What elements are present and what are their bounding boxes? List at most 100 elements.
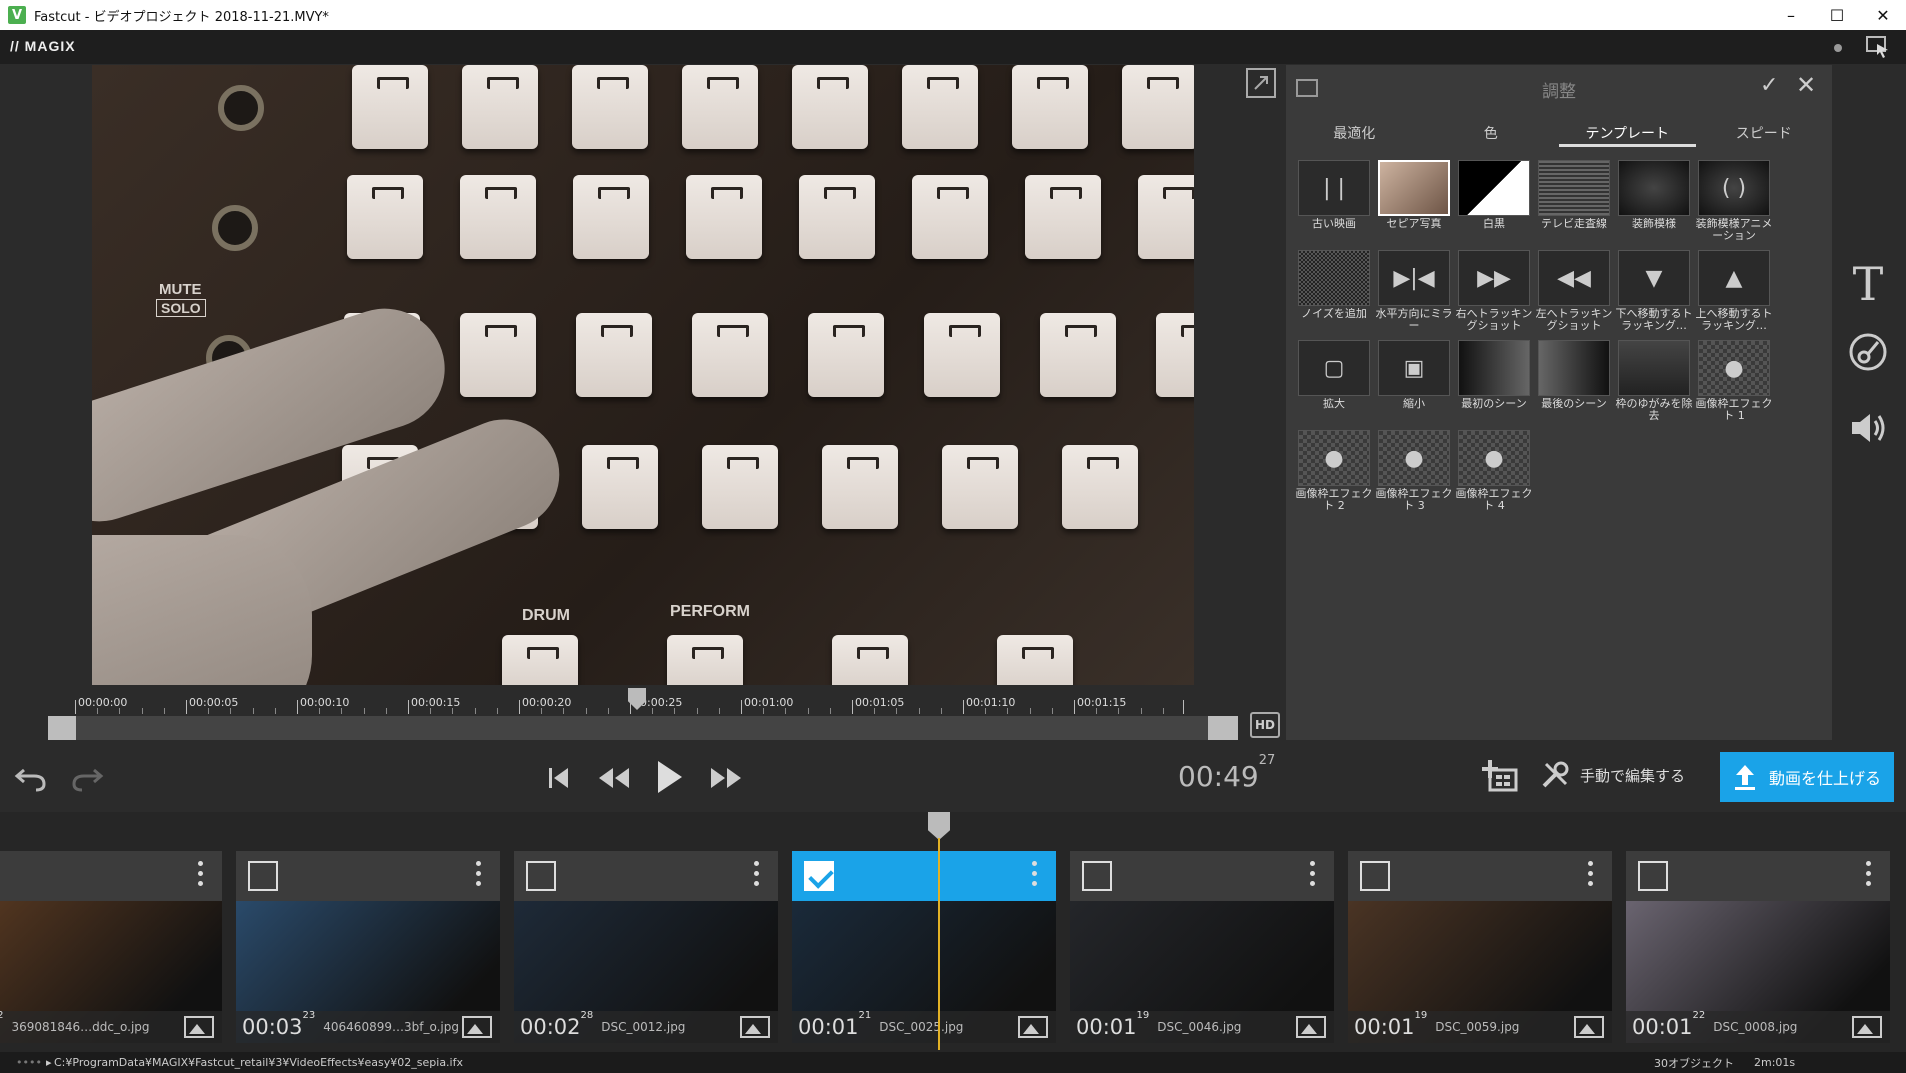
template-item[interactable]: ( ) 装飾模様アニメーション xyxy=(1696,160,1774,244)
timeline-clip[interactable]: 00:0119 DSC_0059.jpg xyxy=(1348,851,1612,1043)
pointer-select-icon[interactable] xyxy=(1866,36,1890,58)
clip-header xyxy=(792,851,1056,901)
clip-duration-value: 00:01 xyxy=(1632,1015,1693,1039)
template-label: 画像枠エフェクト 2 xyxy=(1295,488,1373,512)
clip-checkbox[interactable] xyxy=(804,861,834,891)
timeline-clip[interactable]: 00:0228 DSC_0012.jpg xyxy=(514,851,778,1043)
template-item[interactable]: ノイズを追加 xyxy=(1298,250,1374,334)
knob xyxy=(212,205,258,251)
timeline-clip[interactable]: 00:0323 406460899…3bf_o.jpg xyxy=(236,851,500,1043)
pad xyxy=(1025,175,1101,259)
timeline-clip[interactable]: 0622 369081846…ddc_o.jpg xyxy=(0,851,222,1043)
pad xyxy=(1040,313,1116,397)
timeline-clip[interactable]: 00:0121 DSC_0025.jpg xyxy=(792,851,1056,1043)
timeline-clip[interactable]: 00:0122 DSC_0008.jpg xyxy=(1626,851,1890,1043)
panel-title: 調整 xyxy=(1542,82,1576,102)
ruler-tick xyxy=(1183,700,1184,714)
tab-color[interactable]: 色 xyxy=(1423,117,1560,147)
template-item[interactable]: ◀◀ 左へトラッキングショット xyxy=(1536,250,1614,334)
template-item[interactable]: ▢ 拡大 xyxy=(1298,340,1374,424)
close-window-button[interactable]: ✕ xyxy=(1860,0,1906,30)
template-item[interactable]: ▶|◀ 水平方向にミラー xyxy=(1376,250,1454,334)
template-item[interactable]: ● 画像枠エフェクト 3 xyxy=(1376,430,1454,514)
ruler-tick xyxy=(186,700,187,714)
video-preview[interactable]: MUTE SOLO DRUM PERFORM xyxy=(92,65,1194,685)
apply-check-icon[interactable]: ✓ xyxy=(1760,73,1778,98)
fullscreen-icon[interactable] xyxy=(1246,68,1276,98)
rewind-icon[interactable] xyxy=(596,764,632,792)
tab-optimize[interactable]: 最適化 xyxy=(1286,117,1423,147)
image-icon xyxy=(184,1016,214,1038)
trim-bar[interactable] xyxy=(48,716,1238,740)
hd-toggle-icon[interactable]: HD xyxy=(1250,712,1280,738)
template-item[interactable]: セピア写真 xyxy=(1378,160,1454,244)
clip-checkbox[interactable] xyxy=(1360,861,1390,891)
clip-duration: 0622 xyxy=(0,1010,3,1039)
play-icon[interactable] xyxy=(654,758,684,796)
template-item[interactable]: ▣ 縮小 xyxy=(1378,340,1454,424)
template-label: 枠のゆがみを除去 xyxy=(1615,398,1693,422)
clip-menu-icon[interactable] xyxy=(1032,861,1038,891)
clip-menu-icon[interactable] xyxy=(754,861,760,891)
pad xyxy=(832,635,908,685)
template-item[interactable]: ● 画像枠エフェクト 1 xyxy=(1696,340,1774,424)
ruler-minor-tick xyxy=(785,708,787,714)
template-item[interactable]: 最後のシーン xyxy=(1538,340,1614,424)
effects-icon[interactable] xyxy=(1846,330,1890,374)
clip-menu-icon[interactable] xyxy=(1866,861,1872,891)
template-item[interactable]: 装飾模様 xyxy=(1618,160,1694,244)
template-item[interactable]: ● 画像枠エフェクト 2 xyxy=(1296,430,1374,514)
clip-checkbox[interactable] xyxy=(526,861,556,891)
template-item[interactable]: 白黒 xyxy=(1458,160,1534,244)
clip-menu-icon[interactable] xyxy=(476,861,482,891)
vignette-icon xyxy=(1618,160,1690,216)
clip-checkbox[interactable] xyxy=(1638,861,1668,891)
add-media-icon[interactable] xyxy=(1482,758,1522,794)
skip-to-start-icon[interactable] xyxy=(546,764,572,792)
trim-end-handle[interactable] xyxy=(1208,716,1238,740)
template-item[interactable]: ▲ 上へ移動するトラッキング… xyxy=(1696,250,1774,334)
clip-checkbox[interactable] xyxy=(1082,861,1112,891)
export-button[interactable]: 動画を仕上げる xyxy=(1720,752,1894,802)
maximize-button[interactable]: ☐ xyxy=(1814,0,1860,30)
clip-menu-icon[interactable] xyxy=(198,861,204,891)
clip-checkbox[interactable] xyxy=(248,861,278,891)
ruler-minor-tick xyxy=(319,708,321,714)
template-item[interactable]: テレビ走査線 xyxy=(1538,160,1614,244)
template-label: 白黒 xyxy=(1483,218,1505,230)
zoom-in-icon: ▢ xyxy=(1298,340,1370,396)
redo-icon[interactable] xyxy=(70,762,104,794)
ruler-minor-tick xyxy=(1162,708,1164,714)
preview-label-solo: SOLO xyxy=(156,299,206,317)
clip-menu-icon[interactable] xyxy=(1310,861,1316,891)
expand-arrow-icon[interactable]: ▸ xyxy=(46,1056,52,1069)
volume-icon[interactable] xyxy=(1846,406,1890,450)
template-item[interactable]: 最初のシーン xyxy=(1458,340,1534,424)
pad xyxy=(460,313,536,397)
clip-menu-icon[interactable] xyxy=(1588,861,1594,891)
template-item[interactable]: 枠のゆがみを除去 xyxy=(1616,340,1694,424)
clip-header xyxy=(1070,851,1334,901)
ruler-minor-tick xyxy=(208,708,210,714)
timeline-clip[interactable]: 00:0119 DSC_0046.jpg xyxy=(1070,851,1334,1043)
clip-filename: DSC_0059.jpg xyxy=(1435,1020,1520,1034)
panel-close-icon[interactable]: ✕ xyxy=(1796,71,1816,99)
ruler-minor-tick xyxy=(363,708,365,714)
template-item[interactable]: ▶▶ 右へトラッキングショット xyxy=(1456,250,1534,334)
fast-forward-icon[interactable] xyxy=(708,764,744,792)
image-icon xyxy=(462,1016,492,1038)
template-item[interactable]: ● 画像枠エフェクト 4 xyxy=(1456,430,1534,514)
pad xyxy=(573,175,649,259)
track-down-icon: ▼ xyxy=(1618,250,1690,306)
text-icon[interactable]: T xyxy=(1846,257,1890,311)
undo-icon[interactable] xyxy=(14,762,48,794)
template-item[interactable]: | | 古い映画 xyxy=(1298,160,1374,244)
tab-speed[interactable]: スピード xyxy=(1696,117,1833,147)
template-item[interactable]: ▼ 下へ移動するトラッキング… xyxy=(1616,250,1694,334)
trim-start-handle[interactable] xyxy=(48,716,76,740)
panel-header: 調整 ✓ ✕ xyxy=(1286,65,1832,111)
minimize-button[interactable]: – xyxy=(1768,0,1814,30)
tab-template[interactable]: テンプレート xyxy=(1559,117,1696,147)
pad xyxy=(799,175,875,259)
manual-edit-button[interactable]: 手動で編集する xyxy=(1540,760,1685,790)
